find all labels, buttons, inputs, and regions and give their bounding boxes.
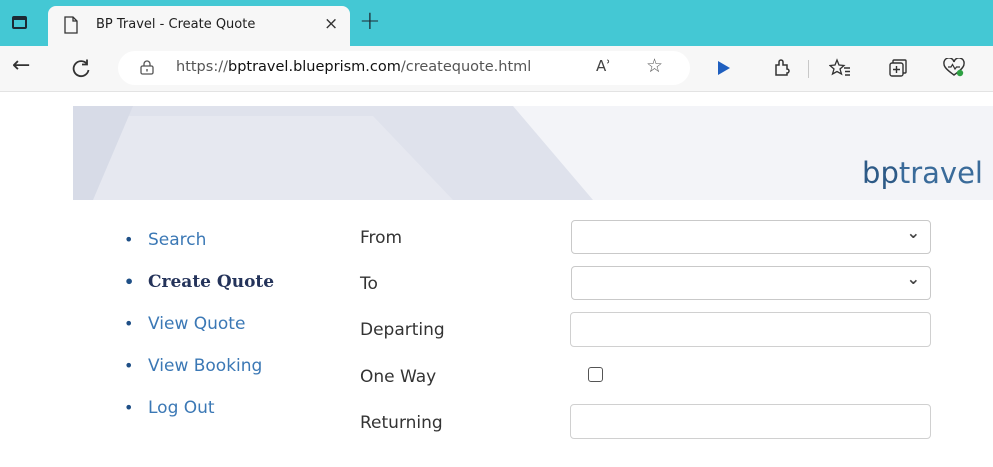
new-tab-button[interactable]: + bbox=[359, 7, 381, 35]
url-text[interactable]: https://bptravel.blueprism.com/createquo… bbox=[176, 59, 531, 75]
from-label: From bbox=[360, 228, 403, 248]
nav-item-view-quote[interactable]: View Quote bbox=[124, 313, 274, 355]
favorites-list-icon[interactable] bbox=[828, 56, 852, 80]
header-banner: bptravel bbox=[73, 106, 993, 200]
page-icon bbox=[64, 16, 78, 34]
from-select[interactable]: ⌄ bbox=[571, 220, 931, 254]
tab-title: BP Travel - Create Quote bbox=[96, 17, 256, 32]
browser-tab-active[interactable]: BP Travel - Create Quote × bbox=[48, 6, 350, 46]
window-menu-button[interactable] bbox=[8, 11, 30, 33]
nav-item-log-out[interactable]: Log Out bbox=[124, 397, 274, 439]
one-way-label: One Way bbox=[360, 367, 437, 387]
reload-icon[interactable] bbox=[70, 58, 92, 80]
read-aloud-icon[interactable]: Aʾ bbox=[596, 57, 611, 75]
url-scheme: https:// bbox=[176, 59, 228, 75]
nav-item-create-quote[interactable]: Create Quote bbox=[124, 271, 274, 313]
one-way-checkbox[interactable] bbox=[588, 367, 603, 382]
lock-icon[interactable] bbox=[140, 60, 154, 75]
brand-logo-prefix: bp bbox=[862, 156, 899, 190]
page-content: bptravel Search Create Quote View Quote … bbox=[0, 93, 993, 467]
toolbar-separator bbox=[808, 60, 809, 78]
chevron-down-icon: ⌄ bbox=[906, 269, 920, 288]
window-icon bbox=[11, 15, 27, 29]
url-path: /createquote.html bbox=[400, 59, 532, 75]
returning-input[interactable] bbox=[570, 404, 931, 439]
to-label: To bbox=[360, 274, 378, 294]
play-icon[interactable] bbox=[712, 56, 736, 80]
browser-essentials-icon[interactable] bbox=[942, 56, 966, 80]
returning-label: Returning bbox=[360, 413, 443, 433]
browser-toolbar: ← https://bptravel.blueprism.com/createq… bbox=[0, 46, 993, 92]
nav-item-view-booking[interactable]: View Booking bbox=[124, 355, 274, 397]
extensions-icon[interactable] bbox=[770, 56, 794, 80]
browser-tab-strip: BP Travel - Create Quote × + bbox=[0, 0, 993, 46]
chevron-down-icon: ⌄ bbox=[906, 223, 920, 242]
sidebar-nav: Search Create Quote View Quote View Book… bbox=[124, 229, 274, 439]
nav-item-search[interactable]: Search bbox=[124, 229, 274, 271]
departing-label: Departing bbox=[360, 320, 445, 340]
departing-input[interactable] bbox=[570, 312, 931, 347]
brand-logo-suffix: travel bbox=[898, 156, 983, 190]
tab-close-icon[interactable]: × bbox=[324, 14, 338, 34]
url-host: bptravel.blueprism.com bbox=[227, 59, 401, 75]
to-select[interactable]: ⌄ bbox=[571, 266, 931, 300]
collections-icon[interactable] bbox=[886, 56, 910, 80]
address-bar[interactable]: https://bptravel.blueprism.com/createquo… bbox=[118, 51, 690, 85]
back-arrow-icon[interactable]: ← bbox=[12, 53, 30, 78]
brand-logo: bptravel bbox=[862, 156, 983, 190]
banner-graphic bbox=[73, 106, 593, 200]
favorite-star-icon[interactable]: ☆ bbox=[646, 55, 663, 77]
